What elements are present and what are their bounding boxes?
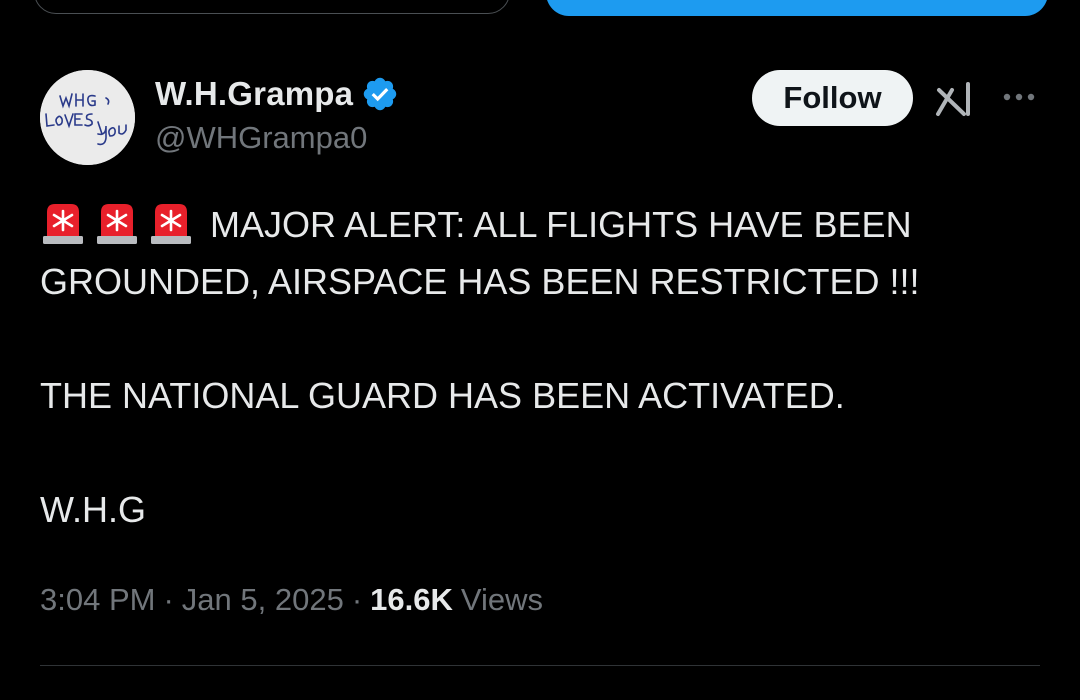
author-display-name[interactable]: W.H.Grampa [155,75,353,113]
police-car-light-icon [40,200,86,246]
top-primary-button[interactable] [546,0,1048,16]
police-car-light-icon [94,200,140,246]
tweet-text-line-1: MAJOR ALERT: ALL FLIGHTS HAVE BEEN [210,204,912,245]
author-name-row: W.H.Grampa [155,72,399,116]
tweet-date[interactable]: Jan 5, 2025 [182,582,344,618]
divider [40,665,1040,666]
tweet-line-4: W.H.G [40,489,146,530]
verified-badge-icon[interactable] [361,75,399,113]
views-label[interactable]: Views [461,582,543,618]
views-count[interactable]: 16.6K [370,582,453,618]
tweet-text: MAJOR ALERT: ALL FLIGHTS HAVE BEEN GROUN… [40,196,1040,538]
tweet-line-3: THE NATIONAL GUARD HAS BEEN ACTIVATED. [40,375,845,416]
avatar[interactable] [40,70,135,165]
meta-separator: · [351,582,363,617]
siren-emoji-group [40,200,202,246]
author-handle[interactable]: @WHGrampa0 [155,120,367,156]
police-car-light-icon [148,200,194,246]
follow-button[interactable]: Follow [752,70,913,126]
avatar-image [40,70,135,165]
top-outline-button[interactable] [34,0,510,14]
tweet-time[interactable]: 3:04 PM [40,582,155,618]
tweet-meta: 3:04 PM · Jan 5, 2025 · 16.6K Views [40,582,543,618]
grok-icon[interactable] [934,78,976,118]
meta-separator: · [163,582,174,617]
more-options-icon[interactable] [1000,84,1040,110]
tweet-line-2: GROUNDED, AIRSPACE HAS BEEN RESTRICTED !… [40,261,920,302]
tweet-line-1: MAJOR ALERT: ALL FLIGHTS HAVE BEEN [40,196,1040,253]
